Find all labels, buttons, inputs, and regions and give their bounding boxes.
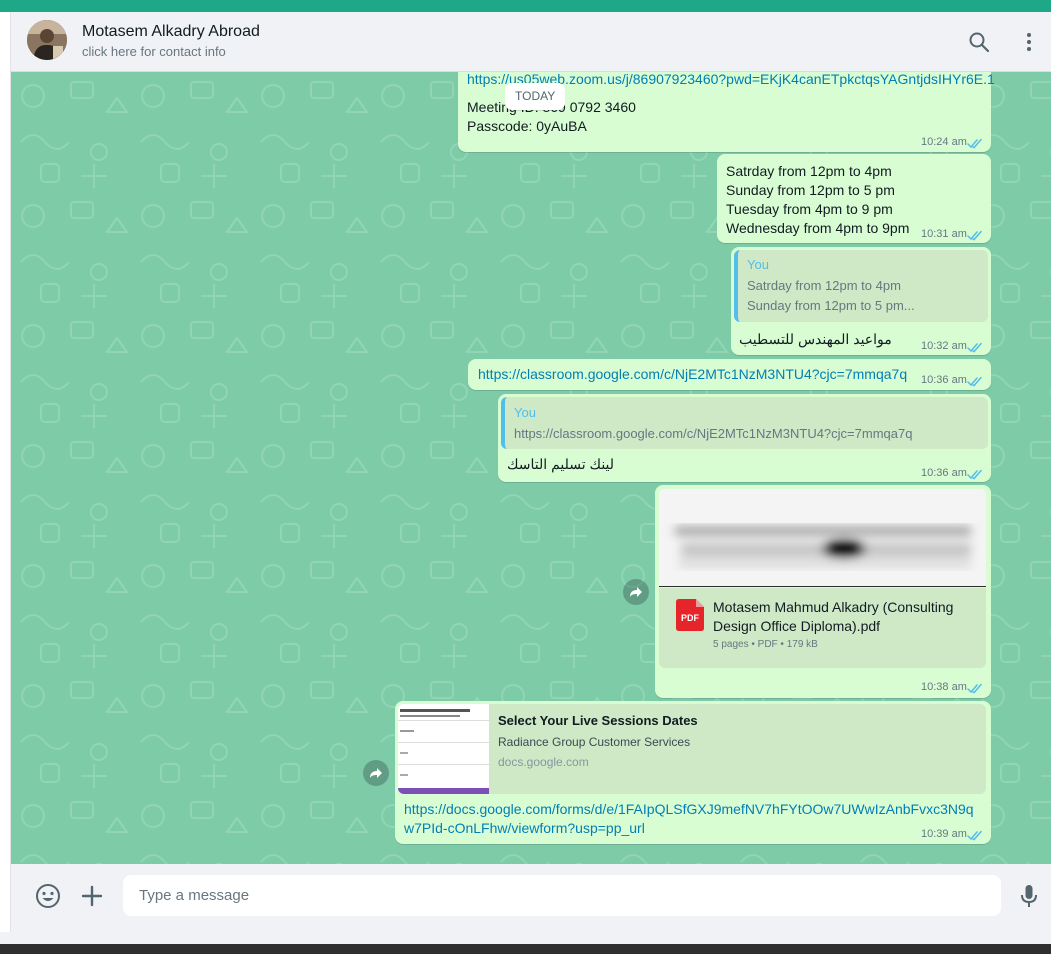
read-ticks-icon (967, 828, 983, 841)
emoji-icon[interactable] (35, 883, 61, 909)
message-time: 10:39 am (921, 828, 967, 840)
quoted-message[interactable]: You Satrday from 12pm to 4pm Sunday from… (734, 250, 988, 322)
message-text: Wednesday from 4pm to 9pm (726, 220, 910, 236)
document-info: 5 pages • PDF • 179 kB (713, 639, 818, 650)
message-time: 10:36 am (921, 467, 967, 479)
message-bubble[interactable]: You https://classroom.google.com/c/NjE2M… (498, 394, 991, 482)
microphone-icon[interactable] (1016, 883, 1042, 909)
attach-plus-icon[interactable] (79, 883, 105, 909)
quote-author: You (514, 405, 536, 420)
pdf-icon: PDF (676, 599, 704, 631)
message-text: Passcode: 0yAuBA (467, 118, 587, 134)
message-link[interactable]: w7PId-cOnLFhw/viewform?usp=pp_url (404, 819, 645, 838)
message-time: 10:36 am (921, 374, 967, 386)
forward-button[interactable] (623, 579, 649, 605)
search-icon[interactable] (967, 30, 991, 54)
read-ticks-icon (967, 681, 983, 694)
message-time: 10:38 am (921, 681, 967, 693)
link-preview-card[interactable]: Select Your Live Sessions Dates Radiance… (398, 704, 986, 794)
message-time: 10:24 am (921, 136, 967, 148)
message-bubble[interactable]: Satrday from 12pm to 4pm Sunday from 12p… (717, 154, 991, 243)
link-preview-domain: docs.google.com (498, 755, 589, 769)
quote-text: Sunday from 12pm to 5 pm... (747, 298, 915, 313)
quote-author: You (747, 257, 769, 272)
link-preview-title[interactable]: Select Your Live Sessions Dates (498, 713, 698, 728)
message-link[interactable]: https://classroom.google.com/c/NjE2MTc1N… (478, 365, 907, 384)
message-input[interactable] (123, 875, 1001, 916)
link-preview-thumbnail (398, 704, 489, 794)
message-bubble[interactable]: Select Your Live Sessions Dates Radiance… (395, 701, 991, 844)
message-bubble[interactable]: PDF Motasem Mahmud Alkadry (Consulting D… (655, 485, 991, 698)
link-preview-description: Radiance Group Customer Services (498, 735, 691, 749)
read-ticks-icon (967, 374, 983, 387)
chat-header[interactable]: Motasem Alkadry Abroad click here for co… (11, 12, 1051, 72)
conversation-panel[interactable]: https://us05web.zoom.us/j/86907923460?pw… (11, 72, 1051, 864)
window-top-strip (0, 0, 1051, 12)
contact-name[interactable]: Motasem Alkadry Abroad (82, 23, 260, 41)
quote-text: Satrday from 12pm to 4pm (747, 278, 901, 293)
document-preview-image[interactable] (659, 489, 986, 587)
read-ticks-icon (967, 467, 983, 480)
read-ticks-icon (967, 340, 983, 353)
forward-icon (630, 587, 642, 597)
contact-info-hint[interactable]: click here for contact info (82, 44, 226, 59)
message-text: Satrday from 12pm to 4pm (726, 163, 892, 179)
message-bubble[interactable]: You Satrday from 12pm to 4pm Sunday from… (731, 247, 991, 355)
message-composer (11, 864, 1051, 932)
pdf-icon-label: PDF (681, 613, 700, 623)
read-ticks-icon (967, 228, 983, 241)
message-link[interactable]: https://docs.google.com/forms/d/e/1FAIpQ… (404, 800, 974, 819)
menu-icon[interactable] (1017, 30, 1041, 54)
quoted-message[interactable]: You https://classroom.google.com/c/NjE2M… (501, 397, 988, 449)
read-ticks-icon (967, 136, 983, 149)
taskbar-strip (0, 932, 1051, 954)
date-divider: TODAY (505, 83, 566, 110)
message-time: 10:32 am (921, 340, 967, 352)
message-text: مواعيد المهندس للتسطيب (739, 331, 892, 347)
message-text: Tuesday from 4pm to 9 pm (726, 201, 893, 217)
document-name[interactable]: Motasem Mahmud Alkadry (Consulting Desig… (713, 598, 979, 636)
chat-list-edge (0, 12, 11, 932)
message-time: 10:31 am (921, 228, 967, 240)
message-text: Sunday from 12pm to 5 pm (726, 182, 895, 198)
message-bubble[interactable]: https://classroom.google.com/c/NjE2MTc1N… (468, 359, 991, 390)
quote-text: https://classroom.google.com/c/NjE2MTc1N… (514, 426, 913, 441)
document-card[interactable]: PDF Motasem Mahmud Alkadry (Consulting D… (659, 588, 986, 668)
contact-avatar[interactable] (27, 20, 67, 60)
message-text: لينك تسليم التاسك (507, 456, 615, 472)
forward-icon (370, 768, 382, 778)
forward-button[interactable] (363, 760, 389, 786)
